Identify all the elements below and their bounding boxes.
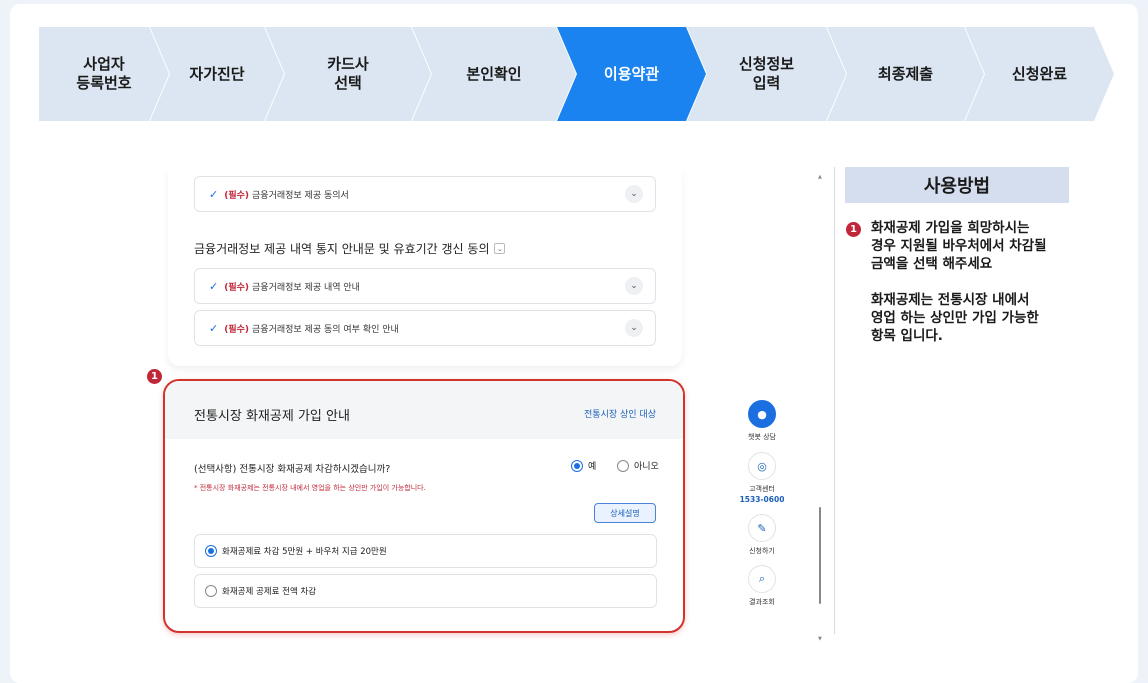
consent-panel: ✓ (필수) 금융거래정보 제공 동의서 ⌄ 금융거래정보 제공 내역 통지 안…: [168, 170, 682, 366]
step-badge: 1: [147, 369, 162, 384]
step-business-number: 사업자 등록번호: [39, 27, 169, 121]
required-label: (필수): [224, 190, 250, 201]
fire-insurance-card: 전통시장 화재공제 가입 안내 전통시장 상인 대상 (선택사항) 전통시장 화…: [163, 379, 685, 633]
apply-button[interactable]: ✎ 신청하기: [732, 514, 792, 556]
chevron-down-icon[interactable]: ⌄: [625, 319, 643, 337]
step-complete: 신청완료: [965, 27, 1114, 121]
required-label: (필수): [224, 324, 250, 335]
chatbot-button[interactable]: ● 챗봇 상담: [732, 400, 792, 442]
consent-label: 금융거래정보 제공 내역 안내: [252, 282, 360, 293]
radio-yes-label: 예: [588, 462, 597, 472]
usage-text: 화재공제 가입을 희망하시는 경우 지원될 바우처에서 차감될 금액을 선택 해…: [871, 220, 1047, 344]
customer-center-label: 고객센터: [749, 485, 775, 493]
radio-yes[interactable]: 예: [571, 459, 596, 472]
phone-number: 1533-0600: [739, 495, 785, 504]
consent-row[interactable]: ✓ (필수) 금융거래정보 제공 내역 안내 ⌄: [194, 268, 656, 304]
option-label: 화재공제 공제료 전액 차감: [222, 587, 317, 597]
usage-badge: 1: [846, 222, 861, 237]
consent-label: 금융거래정보 제공 동의 여부 확인 안내: [252, 324, 399, 335]
step-application-info: 신청정보 입력: [687, 27, 846, 121]
customer-center-button[interactable]: ◎ 고객센터 1533-0600: [732, 452, 792, 504]
consent-label: 금융거래정보 제공 동의서: [252, 190, 349, 201]
option-row[interactable]: 화재공제료 차감 5만원 + 바우처 지급 20만원: [194, 534, 657, 568]
scroll-up-arrow[interactable]: ▲: [818, 174, 822, 180]
progress-steps: 사업자 등록번호 자가진단 카드사 선택 본인확인 이용약관 신청정보 입력 최…: [39, 27, 1114, 121]
step-card-select: 카드사 선택: [265, 27, 431, 121]
divider: [834, 167, 835, 634]
step-final-submit: 최종제출: [827, 27, 984, 121]
usage-header: 사용방법: [845, 167, 1069, 203]
step-self-diagnosis: 자가진단: [150, 27, 284, 121]
consent-row[interactable]: ✓ (필수) 금융거래정보 제공 동의서 ⌄: [194, 176, 656, 212]
chatbot-label: 챗봇 상담: [748, 433, 776, 441]
chevron-down-icon[interactable]: ⌄: [625, 185, 643, 203]
headset-icon[interactable]: ◎: [748, 452, 776, 480]
edit-icon[interactable]: ✎: [748, 514, 776, 542]
chevron-down-icon[interactable]: ⌄: [625, 277, 643, 295]
check-icon: ✓: [209, 321, 219, 335]
scroll-down-arrow[interactable]: ▼: [818, 636, 822, 642]
check-icon: ✓: [209, 187, 219, 201]
check-icon: ✓: [209, 279, 219, 293]
question-text: (선택사항) 전통시장 화재공제 차감하시겠습니까?: [194, 464, 391, 475]
required-label: (필수): [224, 282, 250, 293]
chat-icon[interactable]: ●: [748, 400, 776, 428]
step-identity-check: 본인확인: [412, 27, 576, 121]
consent-row[interactable]: ✓ (필수) 금융거래정보 제공 동의 여부 확인 안내 ⌄: [194, 310, 656, 346]
radio-icon[interactable]: [617, 459, 629, 472]
radio-icon[interactable]: [205, 545, 217, 557]
radio-no-label: 아니오: [634, 462, 659, 472]
radio-icon[interactable]: [205, 585, 217, 597]
apply-label: 신청하기: [749, 547, 775, 555]
notice-text: * 전통시장 화재공제는 전통시장 내에서 영업을 하는 상인만 가입이 가능합…: [194, 484, 426, 492]
result-button[interactable]: ⌕ 결과조회: [732, 565, 792, 607]
card-target: 전통시장 상인 대상: [584, 410, 656, 420]
document-search-icon[interactable]: ⌕: [748, 565, 776, 593]
detail-button[interactable]: 상세설명: [594, 503, 656, 523]
result-label: 결과조회: [749, 598, 775, 606]
option-row[interactable]: 화재공제 공제료 전액 차감: [194, 574, 657, 608]
chevron-down-icon[interactable]: ⌄: [494, 243, 506, 254]
option-label: 화재공제료 차감 5만원 + 바우처 지급 20만원: [222, 547, 387, 557]
radio-no[interactable]: 아니오: [617, 459, 659, 472]
card-title: 전통시장 화재공제 가입 안내: [194, 409, 350, 424]
radio-icon[interactable]: [571, 459, 583, 472]
step-terms: 이용약관: [557, 27, 706, 121]
scrollbar-thumb[interactable]: [819, 507, 821, 604]
section-title: 금융거래정보 제공 내역 통지 안내문 및 유효기간 갱신 동의 ⌄: [194, 240, 506, 257]
